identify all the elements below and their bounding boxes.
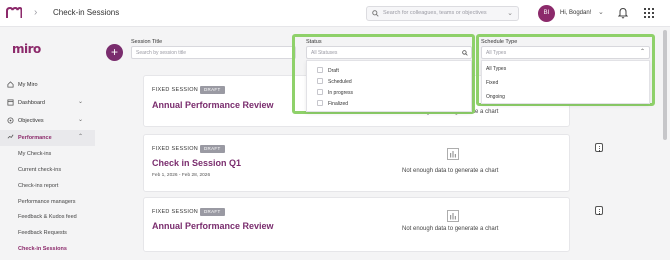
status-checkbox[interactable] — [317, 78, 323, 84]
schedule-type-dropdown-menu: All Types Fixed Ongoing — [481, 60, 650, 104]
session-title[interactable]: Annual Performance Review — [152, 221, 274, 231]
schedule-type-value: All Types — [486, 50, 507, 56]
sidebar-item-performance[interactable]: Performance ⌃ — [0, 130, 95, 146]
status-filter-input[interactable]: All Statuses — [306, 46, 472, 59]
more-options-icon[interactable] — [595, 206, 603, 215]
sidebar-item-label: My Miro — [18, 82, 38, 88]
search-icon — [462, 50, 468, 56]
sidebar-item-objectives[interactable]: Objectives ⌄ — [0, 114, 95, 128]
session-type: FIXED SESSION — [152, 146, 199, 152]
session-title-placeholder: Search by session title — [136, 50, 187, 56]
status-option-label: In progress — [328, 90, 354, 96]
session-dates: Feb 1, 2026 - Feb 28, 2026 — [152, 173, 211, 178]
session-card[interactable]: FIXED SESSION DRAFT Check in Session Q1 … — [143, 134, 570, 192]
schedule-option-fixed[interactable]: Fixed — [486, 80, 498, 86]
miro-logo-icon[interactable] — [6, 7, 22, 19]
chevron-down-icon[interactable]: ⌄ — [507, 9, 513, 17]
status-badge: DRAFT — [200, 86, 225, 94]
chevron-up-icon: ⌃ — [78, 134, 84, 140]
bell-icon[interactable] — [618, 7, 628, 19]
more-options-icon[interactable] — [595, 143, 603, 152]
no-data-text: Not enough data to generate a chart — [402, 226, 499, 232]
status-checkbox[interactable] — [317, 67, 323, 73]
greeting-text[interactable]: Hi, Bogdan! — [560, 10, 591, 16]
sidebar-subitem-performance-managers[interactable]: Performance managers — [18, 199, 75, 205]
target-icon — [7, 117, 14, 124]
avatar[interactable]: BI — [538, 5, 555, 22]
status-option-label: Scheduled — [328, 79, 352, 85]
global-search-input[interactable]: Search for colleagues, teams or objectiv… — [366, 6, 519, 21]
page-scrollbar[interactable] — [663, 30, 667, 140]
schedule-type-select[interactable]: All Types ⌃ — [481, 46, 650, 59]
status-option-label: Draft — [328, 68, 339, 74]
page-title: Check-in Sessions — [53, 8, 120, 17]
session-title-label: Session Title — [131, 39, 163, 45]
chevron-down-icon: ⌄ — [78, 117, 84, 123]
dashboard-icon — [7, 99, 14, 106]
status-badge: DRAFT — [200, 145, 225, 153]
sidebar-item-label: Dashboard — [18, 100, 45, 106]
search-icon — [372, 10, 379, 17]
status-placeholder: All Statuses — [311, 50, 338, 56]
sidebar-item-label: Objectives — [18, 118, 44, 124]
status-label: Status — [306, 39, 322, 45]
home-icon — [7, 81, 14, 88]
breadcrumb-chevron-icon: › — [34, 7, 38, 18]
sidebar-subitem-check-in-sessions[interactable]: Check-in Sessions — [18, 246, 67, 252]
session-type: FIXED SESSION — [152, 87, 199, 93]
schedule-option-all-types[interactable]: All Types — [486, 66, 506, 72]
session-title[interactable]: Annual Performance Review — [152, 100, 274, 110]
sidebar-subitem-feedback-requests[interactable]: Feedback Requests — [18, 230, 67, 236]
status-checkbox[interactable] — [317, 100, 323, 106]
status-dropdown-menu: Draft Scheduled In progress Finalized — [306, 60, 472, 112]
search-placeholder: Search for colleagues, teams or objectiv… — [383, 10, 487, 16]
brand-logo[interactable]: miro — [12, 42, 41, 56]
add-session-button[interactable]: + — [106, 44, 123, 61]
session-type: FIXED SESSION — [152, 209, 199, 215]
sidebar-item-label: Performance — [18, 135, 52, 141]
top-bar: › Check-in Sessions Search for colleague… — [0, 0, 670, 27]
sidebar-subitem-my-check-ins[interactable]: My Check-ins — [18, 151, 51, 157]
status-badge: DRAFT — [200, 208, 225, 216]
sidebar-subitem-check-ins-report[interactable]: Check-ins report — [18, 183, 58, 189]
no-data-text: Not enough data to generate a chart — [402, 168, 499, 174]
sidebar-subitem-current-check-ins[interactable]: Current check-ins — [18, 167, 61, 173]
user-menu-chevron-icon[interactable]: ⌄ — [598, 8, 604, 16]
session-card[interactable]: FIXED SESSION DRAFT Annual Performance R… — [143, 197, 570, 252]
bar-chart-icon — [447, 148, 459, 160]
status-checkbox[interactable] — [317, 89, 323, 95]
sidebar-item-my-miro[interactable]: My Miro — [0, 78, 95, 92]
sidebar-item-dashboard[interactable]: Dashboard ⌄ — [0, 96, 95, 110]
trend-icon — [7, 134, 14, 139]
schedule-type-label: Schedule Type — [481, 39, 518, 45]
apps-grid-icon[interactable] — [644, 8, 654, 18]
session-title[interactable]: Check in Session Q1 — [152, 158, 241, 168]
chevron-down-icon: ⌄ — [78, 99, 84, 105]
chevron-up-icon: ⌃ — [639, 49, 645, 55]
status-option-label: Finalized — [328, 101, 349, 107]
session-title-input[interactable]: Search by session title — [131, 46, 296, 59]
sidebar: miro My Miro Dashboard ⌄ Objectives ⌄ Pe… — [0, 27, 95, 260]
bar-chart-icon — [447, 210, 459, 222]
sidebar-subitem-feedback-kudos[interactable]: Feedback & Kudos feed — [18, 214, 77, 220]
schedule-option-ongoing[interactable]: Ongoing — [486, 94, 505, 100]
